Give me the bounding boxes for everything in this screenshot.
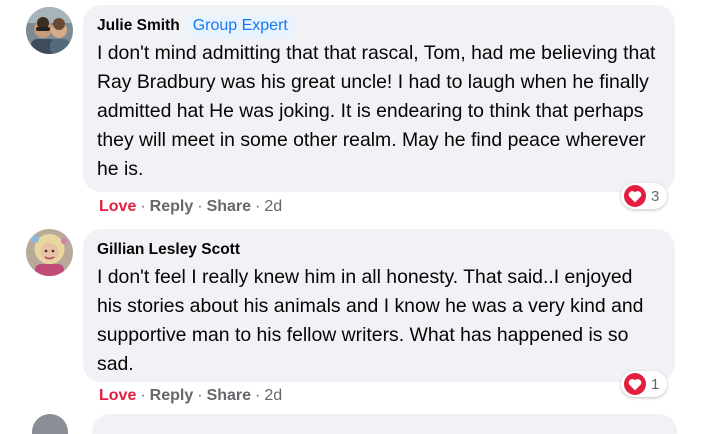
comment-bubble: Gillian Lesley Scott I don't feel I real… [83, 229, 675, 382]
separator: · [197, 387, 203, 404]
separator: · [140, 387, 146, 404]
share-link[interactable]: Share [207, 198, 251, 216]
comment-author[interactable]: Gillian Lesley Scott [97, 241, 240, 259]
avatar[interactable] [26, 7, 73, 54]
heart-icon [624, 373, 646, 395]
separator: · [255, 198, 261, 215]
next-comment-avatar[interactable] [32, 414, 68, 434]
comment-author[interactable]: Julie Smith [97, 17, 180, 35]
love-link[interactable]: Love [99, 387, 136, 405]
comment-text: I don't feel I really knew him in all ho… [97, 266, 644, 375]
reaction-count: 3 [651, 187, 660, 205]
separator: · [197, 198, 203, 215]
heart-icon [624, 185, 646, 207]
comment-actions: Love · Reply · Share · 2d [99, 387, 282, 405]
share-link[interactable]: Share [207, 387, 251, 405]
comment-text: I don't mind admitting that that rascal,… [97, 42, 656, 180]
avatar[interactable] [26, 229, 73, 276]
separator: · [140, 198, 146, 215]
group-expert-badge[interactable]: Group Expert [187, 14, 293, 38]
reply-link[interactable]: Reply [150, 387, 194, 405]
comment-bubble: Julie Smith Group Expert I don't mind ad… [83, 5, 675, 192]
comment-timestamp[interactable]: 2d [264, 198, 282, 216]
separator: · [255, 387, 261, 404]
comment-actions: Love · Reply · Share · 2d [99, 198, 282, 216]
comment-timestamp[interactable]: 2d [264, 387, 282, 405]
reaction-count: 1 [651, 375, 660, 393]
avatar-photo-icon [26, 229, 73, 276]
reaction-count-pill[interactable]: 1 [621, 371, 668, 397]
next-comment-bubble [92, 414, 677, 434]
reply-link[interactable]: Reply [150, 198, 194, 216]
avatar-photo-icon [26, 7, 73, 54]
reaction-count-pill[interactable]: 3 [621, 183, 668, 209]
love-link[interactable]: Love [99, 198, 136, 216]
